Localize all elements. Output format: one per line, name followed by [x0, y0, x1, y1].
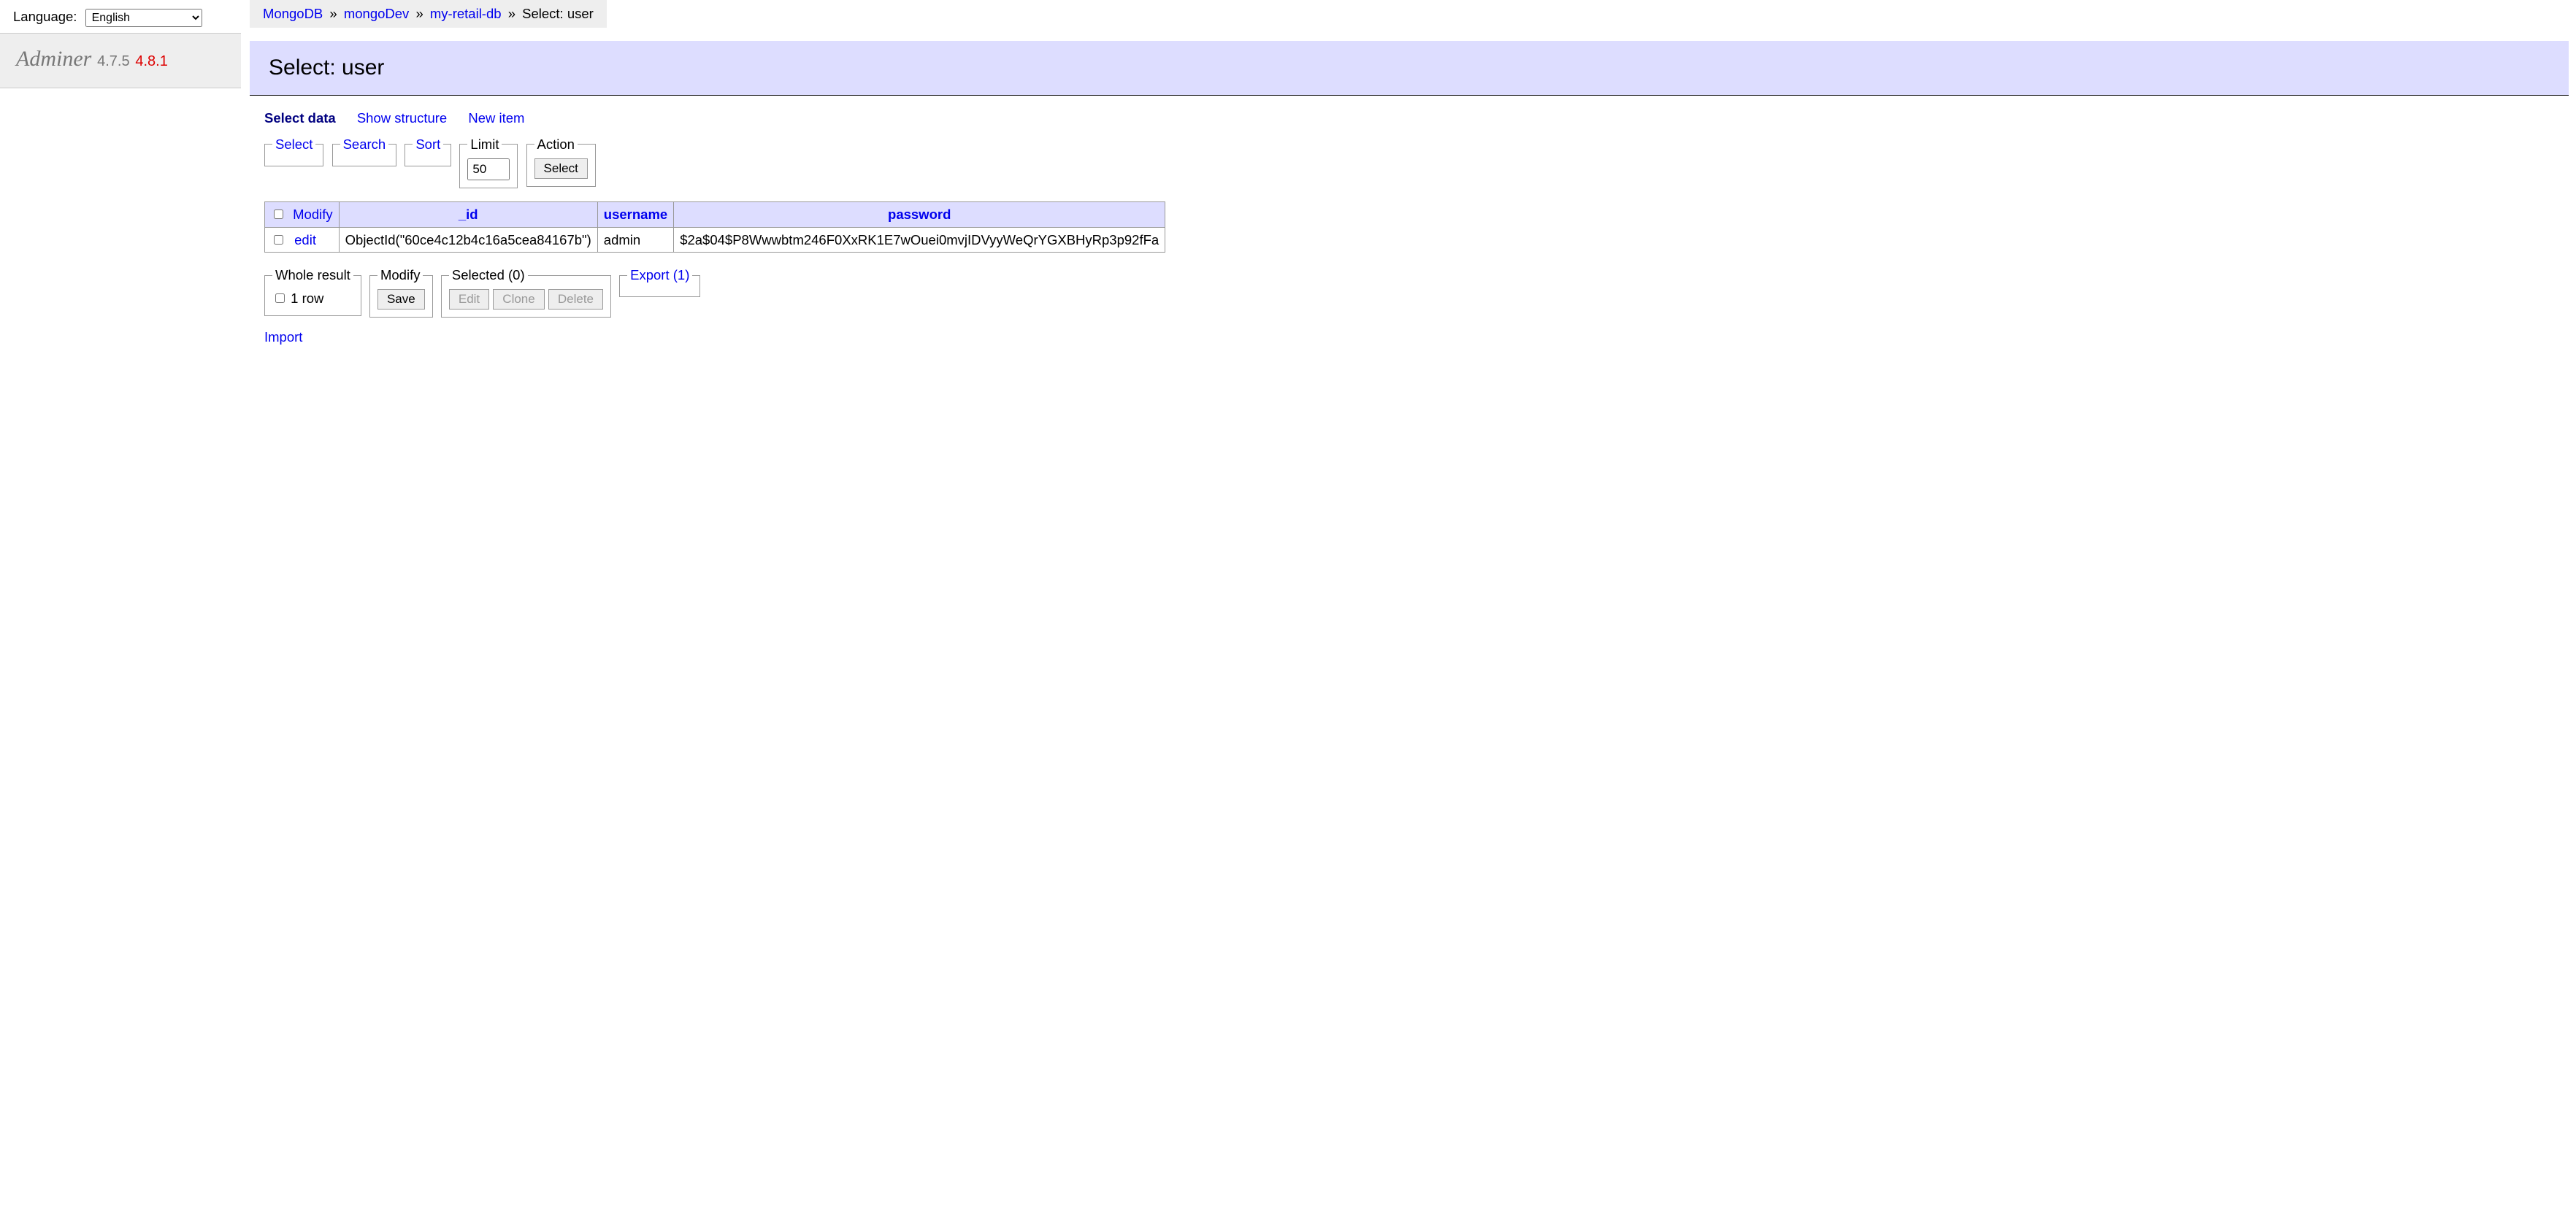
row-checkbox-cell: edit [265, 227, 340, 253]
fieldset-selected: Selected (0) [441, 266, 611, 318]
tab-select-data[interactable]: Select data [264, 110, 336, 126]
delete-button[interactable] [548, 289, 603, 310]
fieldset-limit: Limit [459, 135, 518, 188]
save-button[interactable] [377, 289, 425, 310]
clone-button[interactable] [493, 289, 544, 310]
legend-modify: Modify [377, 266, 423, 285]
tab-links: Select data Show structure New item [264, 109, 2569, 128]
col-header-username[interactable]: username [597, 201, 673, 227]
row-edit-link[interactable]: edit [294, 232, 316, 247]
legend-sort[interactable]: Sort [415, 137, 440, 152]
breadcrumb-engine[interactable]: MongoDB [263, 6, 323, 21]
language-select[interactable]: English [85, 9, 202, 27]
fieldset-modify: Modify [369, 266, 433, 318]
legend-limit: Limit [467, 135, 502, 154]
limit-input[interactable] [467, 158, 510, 180]
fieldset-action: Action [526, 135, 596, 187]
import-link[interactable]: Import [264, 329, 302, 345]
fieldset-export: Export (1) [619, 266, 700, 297]
modify-header-link[interactable]: Modify [293, 207, 333, 222]
query-controls: Select Search Sort Limit Action [264, 135, 2569, 188]
app-version: 4.7.5 [97, 53, 129, 69]
cell-id: ObjectId("60ce4c12b4c16a5cea84167b") [339, 227, 597, 253]
app-latest-version-link[interactable]: 4.8.1 [135, 53, 167, 69]
results-table: Modify _id username password edit Object… [264, 201, 1165, 253]
fieldset-search: Search [332, 135, 397, 166]
col-header-password[interactable]: password [674, 201, 1165, 227]
page-title: Select: user [250, 41, 2569, 96]
fieldset-select: Select [264, 135, 323, 166]
legend-export[interactable]: Export (1) [630, 267, 689, 282]
whole-result-label[interactable]: 1 row [272, 291, 323, 306]
language-bar: Language: English [0, 0, 241, 34]
row-count-text: 1 row [291, 291, 323, 306]
legend-action: Action [534, 135, 578, 154]
whole-result-checkbox[interactable] [275, 293, 285, 303]
legend-selected: Selected (0) [449, 266, 528, 285]
breadcrumb-sep: » [413, 6, 426, 21]
select-all-checkbox[interactable] [274, 210, 283, 219]
tab-show-structure[interactable]: Show structure [357, 110, 447, 126]
app-logo: Adminer 4.7.5 4.8.1 [0, 34, 241, 88]
breadcrumb-sep: » [505, 6, 518, 21]
legend-whole-result: Whole result [272, 266, 353, 285]
col-header-modify: Modify [265, 201, 340, 227]
edit-button[interactable] [449, 289, 489, 310]
row-checkbox[interactable] [274, 235, 283, 245]
cell-username: admin [597, 227, 673, 253]
breadcrumb-sep: » [326, 6, 340, 21]
tab-new-item[interactable]: New item [468, 110, 524, 126]
sort-id-link[interactable]: _id [459, 207, 478, 222]
legend-search[interactable]: Search [343, 137, 386, 152]
fieldset-whole-result: Whole result 1 row [264, 266, 361, 316]
app-home-link[interactable]: Adminer [16, 47, 91, 70]
main-content: MongoDB » mongoDev » my-retail-db » Sele… [250, 0, 2576, 347]
fieldset-sort: Sort [405, 135, 451, 166]
breadcrumb-server[interactable]: mongoDev [344, 6, 409, 21]
sort-username-link[interactable]: username [604, 207, 667, 222]
sidebar: Language: English Adminer 4.7.5 4.8.1 [0, 0, 241, 88]
action-select-button[interactable] [534, 158, 588, 179]
legend-select[interactable]: Select [275, 137, 313, 152]
col-header-id[interactable]: _id [339, 201, 597, 227]
breadcrumb-current: Select: user [522, 6, 594, 21]
sort-password-link[interactable]: password [888, 207, 951, 222]
language-label: Language: [13, 9, 77, 24]
footer-controls: Whole result 1 row Modify Selected (0) E… [264, 266, 2569, 318]
cell-password: $2a$04$P8Wwwbtm246F0XxRK1E7wOuei0mvjIDVy… [674, 227, 1165, 253]
breadcrumb-database[interactable]: my-retail-db [430, 6, 502, 21]
app-name: Adminer [16, 47, 91, 71]
breadcrumb: MongoDB » mongoDev » my-retail-db » Sele… [250, 0, 607, 28]
table-row: edit ObjectId("60ce4c12b4c16a5cea84167b"… [265, 227, 1165, 253]
